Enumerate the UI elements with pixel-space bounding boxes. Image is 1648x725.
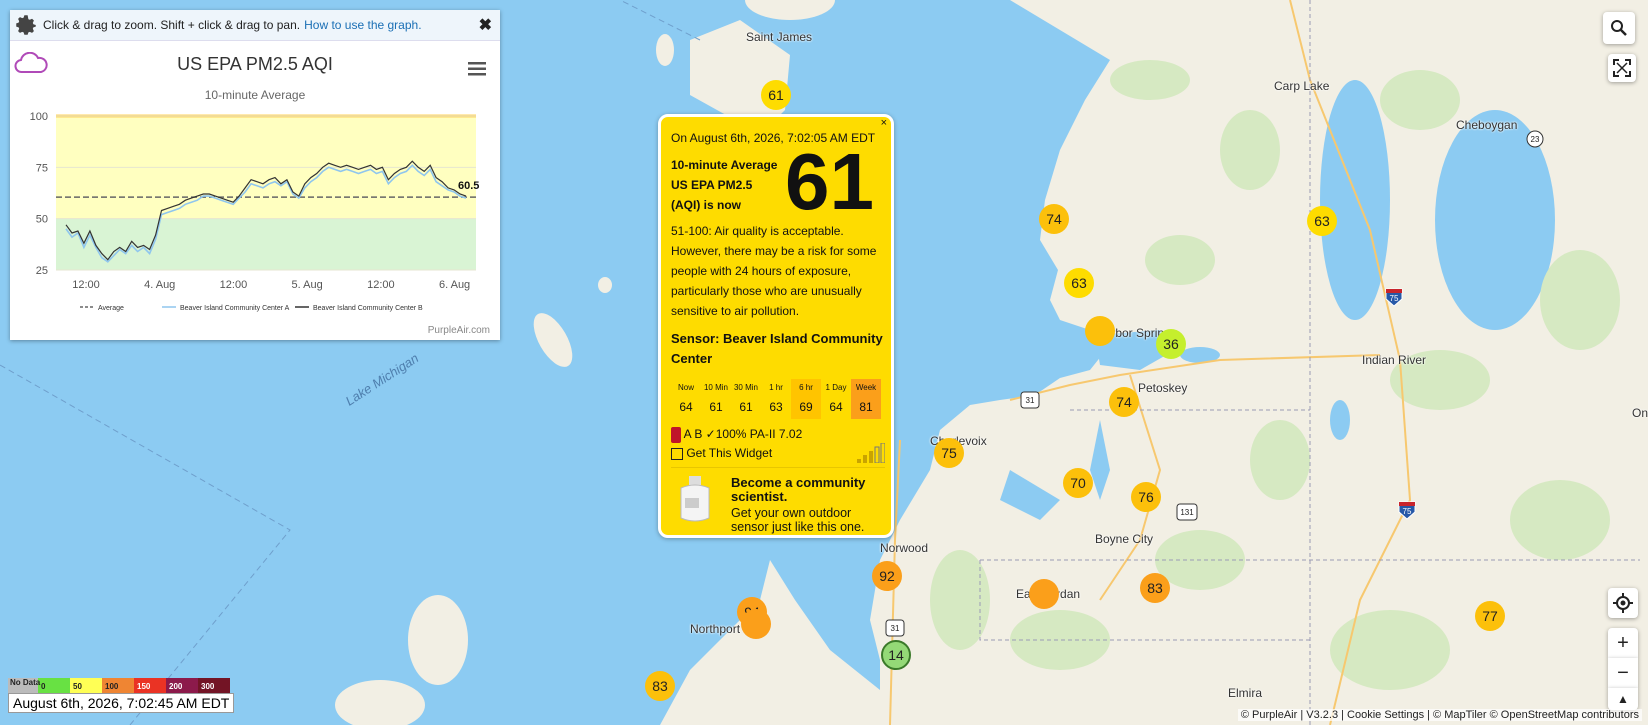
place-on: On (1632, 406, 1648, 420)
zoom-out-button[interactable]: − (1608, 658, 1638, 688)
place-carp-lake: Carp Lake (1274, 79, 1330, 93)
y-tick-label: 50 (36, 214, 48, 226)
x-tick-label: 12:00 (220, 279, 248, 291)
place-petoskey: Petoskey (1138, 381, 1188, 395)
legend-label: No Data (10, 678, 41, 687)
zoom-in-button[interactable]: + (1608, 628, 1638, 658)
sensor-marker[interactable]: 14 (881, 640, 911, 670)
sensor-marker[interactable]: 36 (1156, 329, 1186, 359)
history-head: 1 hr (769, 382, 783, 392)
history-head: 10 Min (703, 382, 728, 392)
promo-description: Get your own outdoor sensor just like th… (731, 506, 865, 534)
history-head: 6 hr (791, 379, 821, 395)
place-norwood: Norwood (880, 541, 929, 555)
y-tick-label: 75 (36, 162, 48, 174)
sensor-marker[interactable]: 75 (934, 438, 964, 468)
history-head: 1 Day (825, 382, 847, 392)
place-northport: Northport (690, 622, 741, 636)
sensor-marker[interactable]: 74 (1109, 387, 1139, 417)
sensor-marker[interactable]: 92 (872, 561, 902, 591)
sensor-marker[interactable]: 76 (1131, 482, 1161, 512)
history-head: Now (677, 382, 694, 392)
legend-label: 0 (41, 682, 46, 691)
popup-meta-text: A B ✓100% PA-II 7.02 (683, 427, 803, 442)
sensor-device-icon (680, 476, 710, 522)
get-widget-label: Get This Widget (686, 446, 773, 460)
promo-title: Become a community scientist. (731, 475, 866, 504)
legend-timestamp: August 6th, 2026, 7:02:45 AM EDT (8, 693, 235, 713)
x-tick-label: 12:00 (367, 279, 395, 291)
sensor-marker[interactable]: 74 (1039, 204, 1069, 234)
legend-label: 200 (169, 682, 183, 691)
popup-close-icon[interactable]: × (881, 117, 887, 129)
place-boyne-city: Boyne City (1095, 532, 1154, 546)
history-head: Week (851, 379, 881, 395)
place-cheboygan: Cheboygan (1456, 118, 1518, 132)
popup-history-table: Now 10 Min 30 Min 1 hr 6 hr 1 Day Week 6… (671, 379, 881, 419)
map-attribution[interactable]: © PurpleAir | V3.2.3 | Cookie Settings |… (1237, 709, 1642, 721)
widget-icon (671, 447, 683, 460)
popup-sensor-name[interactable]: Sensor: Beaver Island Community Center (671, 329, 885, 369)
y-tick-label: 100 (30, 111, 48, 123)
legend-label: Beaver Island Community Center B (313, 305, 423, 312)
sensor-marker[interactable]: 63 (1064, 268, 1094, 298)
legend-label: Beaver Island Community Center A (180, 305, 290, 312)
history-value: 64 (829, 400, 843, 414)
place-indian-river: Indian River (1362, 353, 1427, 367)
popup-sensor-meta: A B ✓100% PA-II 7.02 (671, 427, 802, 443)
sensor-marker[interactable]: 77 (1475, 601, 1505, 631)
history-value: 63 (769, 400, 783, 414)
history-value: 61 (709, 400, 723, 414)
sensor-marker[interactable]: 63 (1307, 206, 1337, 236)
y-tick-label: 25 (36, 265, 48, 277)
fullscreen-button[interactable] (1608, 54, 1636, 82)
popup-description: 51-100: Air quality is acceptable. Howev… (671, 224, 877, 318)
sensor-marker-cluster[interactable] (741, 609, 771, 639)
x-tick-label: 12:00 (72, 279, 100, 291)
legend-label: 100 (105, 682, 119, 691)
popup-average-label: 10-minute Average US EPA PM2.5 (AQI) is … (671, 158, 778, 212)
legend-label: 50 (73, 682, 82, 691)
sensor-marker[interactable]: 74 (1085, 316, 1115, 346)
sensor-marker[interactable]: 83 (645, 671, 675, 701)
history-value: 81 (851, 395, 881, 419)
sensor-popup: × On August 6th, 2026, 7:02:05 AM EDT 10… (658, 114, 894, 538)
sensor-marker[interactable]: 70 (1063, 468, 1093, 498)
legend-label: 300 (201, 682, 215, 691)
reset-bearing-button[interactable]: ▲ (1608, 688, 1638, 710)
last-value-label: 60.5 (458, 180, 479, 192)
search-icon (1611, 20, 1627, 36)
signal-strength-icon (857, 443, 885, 463)
chart-credit: PurpleAir.com (427, 325, 490, 336)
history-value: 61 (739, 400, 753, 414)
search-button[interactable] (1603, 12, 1635, 44)
thermometer-icon (671, 427, 681, 443)
crosshair-icon (1613, 593, 1633, 613)
x-tick-label: 5. Aug (292, 279, 323, 291)
history-value: 64 (679, 400, 693, 414)
legend-label: 150 (137, 682, 151, 691)
sensor-marker[interactable]: 61 (761, 80, 791, 110)
legend-label: Average (98, 305, 124, 312)
popup-aqi-value: 61 (785, 137, 874, 226)
sensor-marker-cluster[interactable] (1029, 579, 1059, 609)
aqi-band (56, 218, 476, 270)
sensor-marker[interactable]: 83 (1140, 573, 1170, 603)
aqi-chart[interactable]: 25 50 75 100 12:00 4. Aug 12:00 5. Aug 12:00 6. A… (10, 10, 500, 340)
place-saint-james: Saint James (746, 30, 813, 44)
community-scientist-promo[interactable]: Become a community scientist. Get your o… (671, 467, 885, 534)
chart-card: Click & drag to zoom. Shift + click & dr… (10, 10, 500, 340)
fullscreen-icon (1613, 59, 1631, 77)
history-head: 30 Min (733, 382, 758, 392)
history-value: 69 (791, 395, 821, 419)
x-tick-label: 4. Aug (144, 279, 175, 291)
locate-button[interactable] (1608, 588, 1638, 618)
place-elmira: Elmira (1228, 686, 1263, 700)
get-widget-link[interactable]: Get This Widget (671, 446, 772, 460)
x-tick-label: 6. Aug (439, 279, 470, 291)
aqi-color-legend: No Data 0 50 100 150 200 300 (8, 678, 230, 693)
